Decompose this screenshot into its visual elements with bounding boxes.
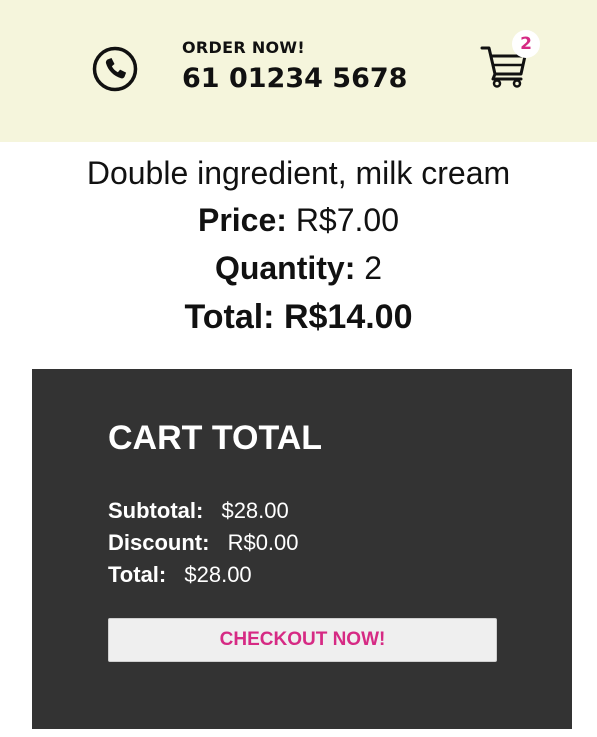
cart-total-title: CART TOTAL bbox=[108, 419, 323, 457]
phone-number[interactable]: 61 01234 5678 bbox=[182, 63, 407, 94]
product-total-label: Total: bbox=[184, 298, 275, 336]
discount-value: R$0.00 bbox=[227, 530, 299, 555]
cart-count-badge: 2 bbox=[512, 30, 540, 58]
product-total-line: Total: R$14.00 bbox=[0, 292, 597, 342]
cart-button[interactable]: 2 bbox=[480, 30, 540, 90]
header-bar: ORDER NOW! 61 01234 5678 2 bbox=[0, 0, 597, 142]
discount-label: Discount: bbox=[108, 530, 210, 555]
total-label: Total: bbox=[108, 562, 167, 587]
subtotal-row: Subtotal: $28.00 bbox=[108, 495, 299, 527]
phone-icon[interactable] bbox=[92, 46, 138, 92]
quantity-value: 2 bbox=[364, 250, 383, 286]
product-name: Double ingredient, milk cream bbox=[86, 155, 511, 191]
total-value: $28.00 bbox=[184, 562, 252, 587]
checkout-button[interactable]: CHECKOUT NOW! bbox=[108, 618, 497, 662]
cart-total-panel: CART TOTAL Subtotal: $28.00 Discount: R$… bbox=[32, 369, 572, 729]
order-now-label: ORDER NOW! bbox=[182, 38, 305, 57]
price-value: R$7.00 bbox=[295, 202, 399, 238]
discount-row: Discount: R$0.00 bbox=[108, 527, 299, 559]
price-label: Price: bbox=[197, 202, 287, 238]
subtotal-value: $28.00 bbox=[221, 498, 289, 523]
product-total-value: R$14.00 bbox=[283, 298, 413, 336]
product-details: Double ingredient, milk cream Price: R$7… bbox=[0, 150, 597, 342]
price-line: Price: R$7.00 bbox=[0, 196, 597, 244]
subtotal-label: Subtotal: bbox=[108, 498, 204, 523]
cart-summary: Subtotal: $28.00 Discount: R$0.00 Total:… bbox=[108, 495, 299, 591]
quantity-line: Quantity: 2 bbox=[0, 244, 597, 292]
quantity-label: Quantity: bbox=[214, 250, 356, 286]
total-row: Total: $28.00 bbox=[108, 559, 299, 591]
